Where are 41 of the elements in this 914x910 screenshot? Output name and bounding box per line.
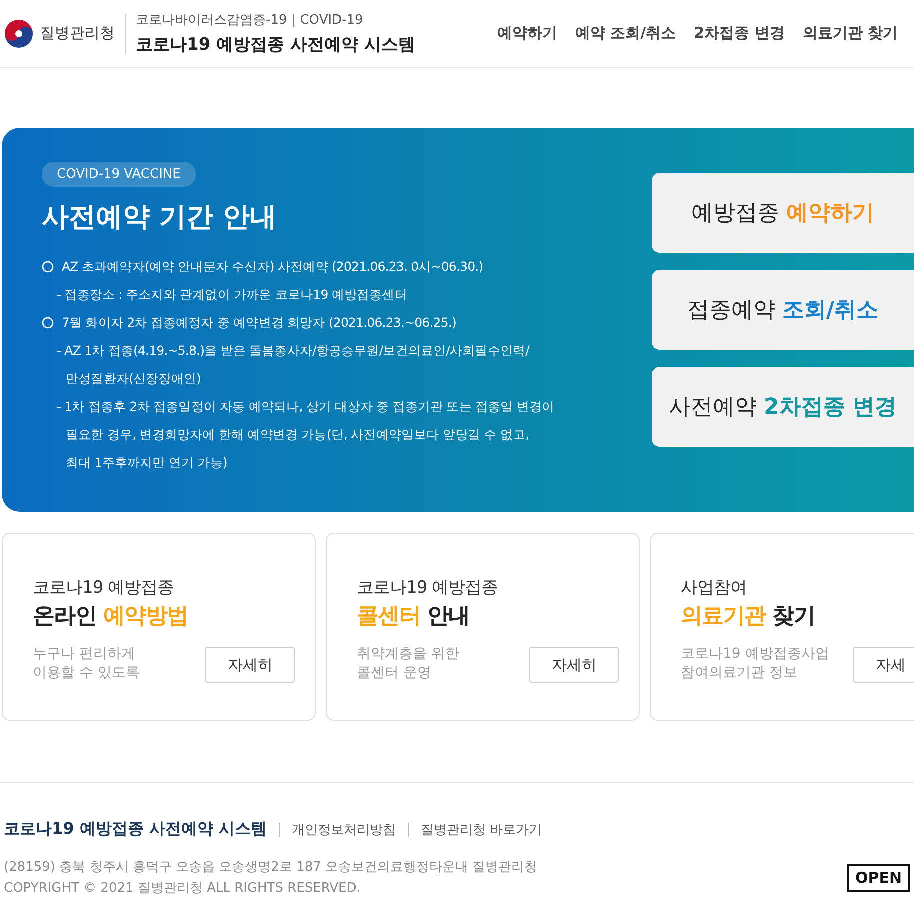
card-title: 의료기관 찾기 xyxy=(681,603,816,631)
action-button[interactable]: 접종예약 조회/취소 xyxy=(652,270,914,350)
card-description: 취약계층을 위한 콜센터 운영 xyxy=(357,645,460,683)
notice-text: 만성질환자(신장장애인) xyxy=(66,371,201,386)
card-description: 누구나 편리하게 이용할 수 있도록 xyxy=(33,645,140,683)
nav-link[interactable]: 의료기관 찾기 xyxy=(802,24,898,43)
notice-text: - 1차 접종후 2차 접종일정이 자동 예약되나, 상기 대상자 중 접종기관 또는 접종일 변경이 xyxy=(57,399,555,414)
card-overline: 사업참여 xyxy=(681,577,748,599)
footer-link[interactable]: 질병관리청 바로가기 xyxy=(420,820,542,838)
site-subtitle: 코로나바이러스감염증-19｜COVID-19 xyxy=(136,12,364,29)
emblem-icon xyxy=(4,18,34,48)
notice-text: 필요한 경우, 변경희망자에 한해 예약변경 가능(단, 사전예약일보다 앞당길 수 없고, xyxy=(66,427,530,442)
vaccine-badge: COVID-19 VACCINE xyxy=(42,162,196,187)
nav-link[interactable]: 2차접종 변경 xyxy=(694,24,785,43)
nav-link[interactable]: 예약 조회/취소 xyxy=(575,24,676,43)
action-button[interactable]: 사전예약 2차접종 변경 xyxy=(652,367,914,447)
card-title: 콜센터 안내 xyxy=(357,603,471,631)
card-description: 코로나19 예방접종사업 참여의료기관 정보 xyxy=(681,645,830,683)
footer-title: 코로나19 예방접종 사전예약 시스템 xyxy=(4,819,267,840)
details-button[interactable]: 자세 xyxy=(853,647,914,683)
card-title: 온라인 예약방법 xyxy=(33,603,190,631)
hero-title: 사전예약 기간 안내 xyxy=(42,201,278,235)
open-license-badge: OPEN xyxy=(847,864,910,892)
site-title[interactable]: 코로나19 예방접종 사전예약 시스템 xyxy=(136,33,416,56)
notice-text: - AZ 1차 접종(4.19.~5.8.)을 받은 돌봄종사자/항공승무원/보건의료인/사회필수인력/ xyxy=(57,343,530,358)
address-text: (28159) 충북 청주시 흥덕구 오송읍 오송생명2로 187 오송보건의료행정타운내 질병관리청 xyxy=(4,859,538,876)
notice-text: - 접종장소 : 주소지와 관계없이 가까운 코로나19 예방접종센터 xyxy=(57,287,408,302)
notice-text: 7월 화이자 2차 접종예정자 중 예약변경 희망자 (2021.06.23.~06.25.) xyxy=(62,314,456,332)
details-button[interactable]: 자세히 xyxy=(205,647,295,683)
circle-bullet-icon xyxy=(42,261,54,273)
nav-link[interactable]: 예약하기 xyxy=(497,24,558,43)
card-overline: 코로나19 예방접종 xyxy=(357,577,500,599)
circle-bullet-icon xyxy=(42,317,54,329)
action-button[interactable]: 예방접종 예약하기 xyxy=(652,173,914,253)
copyright-text: COPYRIGHT © 2021 질병관리청 ALL RIGHTS RESERVED. xyxy=(4,880,362,897)
card-overline: 코로나19 예방접종 xyxy=(33,577,176,599)
notice-text: AZ 초과예약자(예약 안내문자 수신자) 사전예약 (2021.06.23. 0시~06.30.) xyxy=(62,258,484,276)
details-button[interactable]: 자세히 xyxy=(529,647,619,683)
footer-link[interactable]: 개인정보처리방침 xyxy=(292,820,396,838)
notice-text: 최대 1주후까지만 연기 가능) xyxy=(66,455,228,470)
agency-name: 질병관리청 xyxy=(40,24,115,43)
